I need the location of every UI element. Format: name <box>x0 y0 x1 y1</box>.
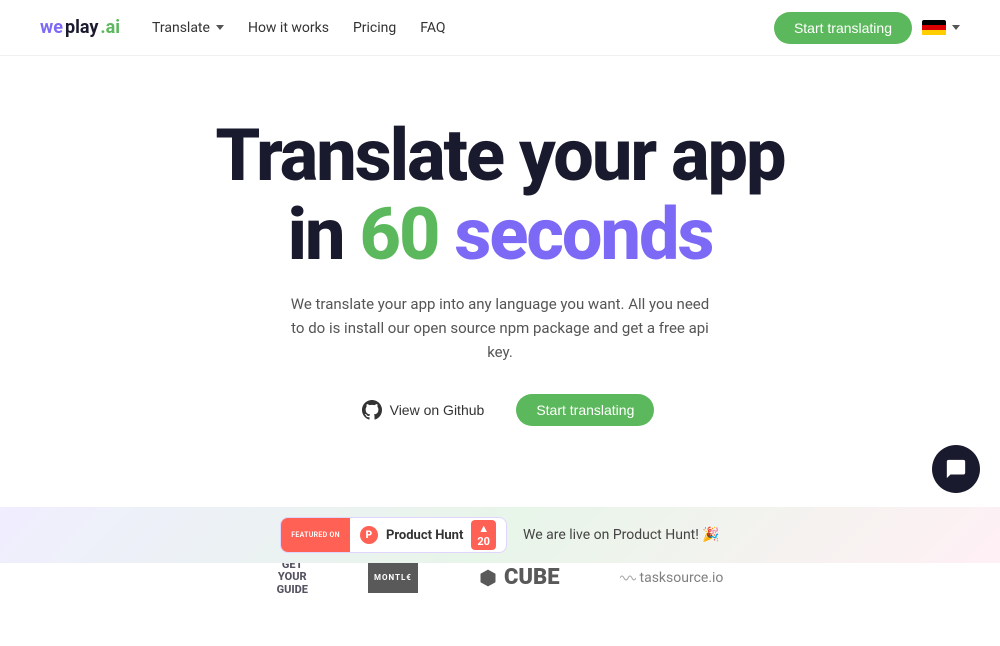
nav-right: Start translating <box>774 12 960 44</box>
chat-bubble-button[interactable] <box>932 445 980 493</box>
product-hunt-banner: FEATURED ON P Product Hunt ▲ 20 We are l… <box>0 507 1000 563</box>
hero-title-in: in <box>288 192 360 277</box>
github-icon <box>362 400 382 420</box>
hero-title-number: 60 <box>359 192 438 277</box>
logo-cube: CUBE <box>478 565 560 590</box>
ph-badge-featured: FEATURED ON <box>281 518 350 552</box>
ph-score-number: 20 <box>477 535 490 548</box>
ph-name: Product Hunt <box>386 528 463 543</box>
companies-logos: GETYOURGUIDE MONTL€ CUBE tasksource.io <box>40 559 960 595</box>
hero-buttons: View on Github Start translating <box>346 392 655 428</box>
hero-title: Translate your app in 60 seconds <box>215 116 784 274</box>
logo-play: play <box>65 17 98 38</box>
hero-start-button[interactable]: Start translating <box>516 394 654 426</box>
logo-tasksource: tasksource.io <box>620 570 724 586</box>
chat-icon <box>945 458 967 480</box>
logo-we: we <box>40 17 63 38</box>
hero-title-line1: Translate your app <box>215 113 784 198</box>
logo-getyourguide: GETYOURGUIDE <box>277 559 308 595</box>
nav-pricing[interactable]: Pricing <box>353 20 396 36</box>
ph-logo-icon: P <box>360 526 378 544</box>
ph-score: ▲ 20 <box>471 520 496 550</box>
nav-translate[interactable]: Translate <box>152 20 224 36</box>
language-selector[interactable] <box>922 20 960 36</box>
hero-subtitle: We translate your app into any language … <box>290 292 710 364</box>
github-button[interactable]: View on Github <box>346 392 501 428</box>
logo-montle: MONTL€ <box>368 563 418 593</box>
ph-arrow-icon: ▲ <box>478 522 489 535</box>
nav-links: Translate How it works Pricing FAQ <box>152 20 446 36</box>
nav-start-button[interactable]: Start translating <box>774 12 912 44</box>
cube-icon <box>478 568 498 588</box>
ph-badge[interactable]: FEATURED ON P Product Hunt ▲ 20 <box>280 517 507 553</box>
hero-title-line2: in 60 seconds <box>215 195 784 274</box>
hero-title-seconds: seconds <box>438 192 712 277</box>
ph-live-text: We are live on Product Hunt! 🎉 <box>523 527 720 543</box>
logo[interactable]: weplay.ai <box>40 17 120 38</box>
de-flag-icon <box>922 20 946 36</box>
nav-left: weplay.ai Translate How it works Pricing… <box>40 17 446 38</box>
nav-faq[interactable]: FAQ <box>420 20 445 36</box>
ph-featured-label: FEATURED ON <box>291 531 340 539</box>
navbar: weplay.ai Translate How it works Pricing… <box>0 0 1000 56</box>
chevron-down-icon <box>216 25 224 30</box>
github-button-label: View on Github <box>390 402 485 418</box>
logo-ai: .ai <box>100 17 120 38</box>
ph-badge-info: P Product Hunt ▲ 20 <box>350 520 506 550</box>
hero-section: Translate your app in 60 seconds We tran… <box>0 56 1000 468</box>
nav-how-it-works[interactable]: How it works <box>248 20 329 36</box>
lang-chevron-icon <box>952 25 960 30</box>
tasksource-wave-icon <box>620 573 636 583</box>
